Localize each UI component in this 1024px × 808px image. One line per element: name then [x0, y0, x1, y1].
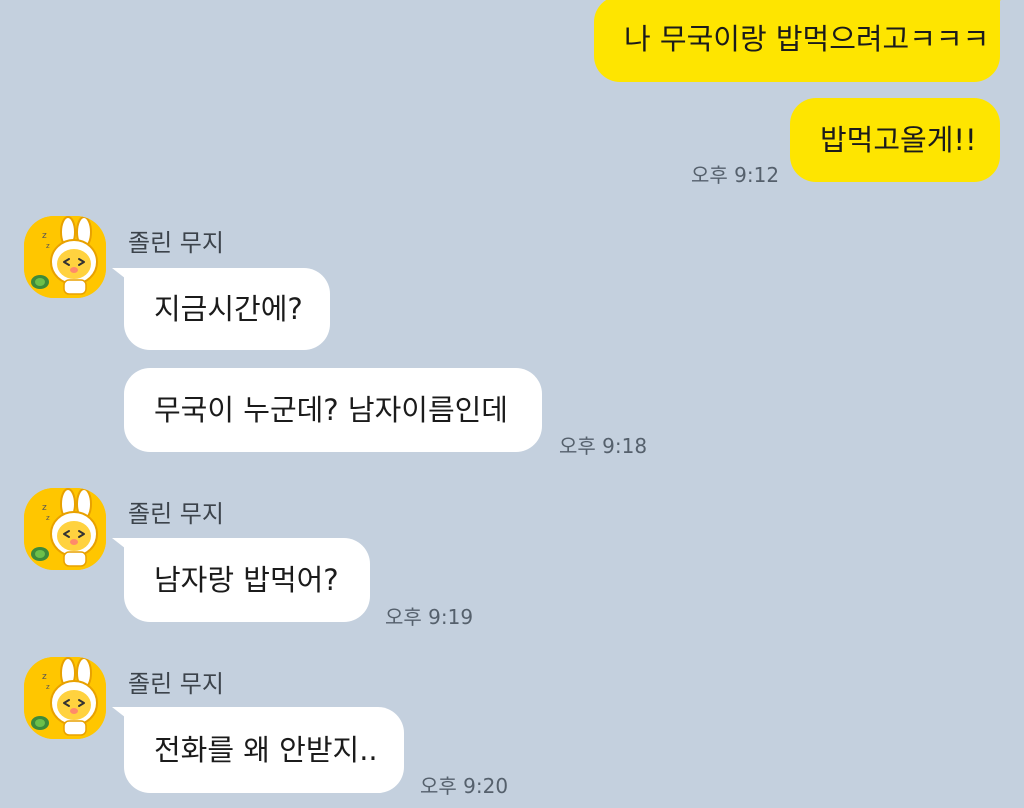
message-text: 밥먹고올게!! [820, 122, 977, 157]
profile-avatar[interactable]: z z [24, 216, 106, 298]
message-text: 무국이 누군데? 남자이름인데 [154, 392, 508, 427]
svg-text:z: z [42, 231, 47, 241]
message-text: 남자랑 밥먹어? [154, 562, 339, 597]
incoming-message-bubble[interactable]: 남자랑 밥먹어? [124, 538, 370, 622]
svg-text:z: z [46, 514, 50, 522]
outgoing-message-bubble[interactable]: 밥먹고올게!! [790, 98, 1000, 182]
muzi-avatar-icon: z z [24, 657, 106, 739]
message-timestamp: 오후 9:12 [691, 163, 780, 187]
svg-text:z: z [46, 242, 50, 250]
message-text: 나 무국이랑 밥먹으려고ㅋㅋㅋ [624, 21, 990, 56]
svg-text:z: z [42, 503, 47, 513]
sender-name: 졸린 무지 [128, 670, 224, 698]
profile-avatar[interactable]: z z [24, 657, 106, 739]
bubble-tail [112, 268, 130, 282]
svg-text:z: z [46, 683, 50, 691]
sender-name: 졸린 무지 [128, 229, 224, 257]
message-timestamp: 오후 9:20 [420, 774, 509, 798]
bubble-tail [112, 538, 130, 552]
message-timestamp: 오후 9:19 [385, 605, 474, 629]
chat-room: 나 무국이랑 밥먹으려고ㅋㅋㅋ 밥먹고올게!! 오후 9:12 z z 졸린 무… [0, 0, 1024, 808]
profile-avatar[interactable]: z z [24, 488, 106, 570]
message-text: 지금시간에? [154, 291, 303, 326]
muzi-avatar-icon: z z [24, 216, 106, 298]
bubble-tail [988, 0, 1006, 10]
muzi-avatar-icon: z z [24, 488, 106, 570]
incoming-message-bubble[interactable]: 지금시간에? [124, 268, 330, 350]
svg-text:z: z [42, 672, 47, 682]
incoming-message-bubble[interactable]: 전화를 왜 안받지.. [124, 707, 404, 793]
message-text: 전화를 왜 안받지.. [154, 732, 378, 767]
bubble-tail [112, 707, 130, 721]
outgoing-message-bubble[interactable]: 나 무국이랑 밥먹으려고ㅋㅋㅋ [594, 0, 1000, 82]
message-timestamp: 오후 9:18 [559, 434, 648, 458]
incoming-message-bubble[interactable]: 무국이 누군데? 남자이름인데 [124, 368, 542, 452]
sender-name: 졸린 무지 [128, 500, 224, 528]
